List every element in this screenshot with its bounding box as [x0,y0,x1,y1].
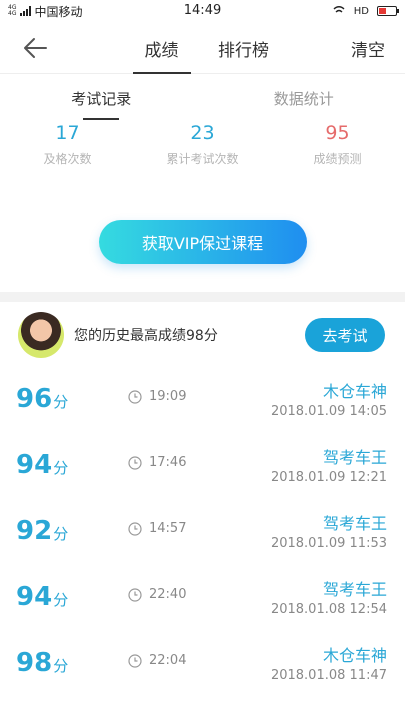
list-item[interactable]: 98分 22:04 木仓车神 2018.01.08 11:47 [0,632,405,698]
clock-icon [128,456,142,470]
exam-date: 2018.01.08 12:54 [270,602,387,617]
status-right: HD [332,5,399,17]
stat-value: 17 [55,122,80,144]
battery-icon [377,6,399,16]
exam-date: 2018.01.09 14:05 [270,404,387,419]
wifi-call-icon [333,6,345,13]
subtab-data-statistics[interactable]: 数据统计 [203,74,405,120]
stat-label: 及格次数 [43,152,92,166]
vip-section: 获取VIP保过课程 [0,176,405,264]
score: 98分 [16,648,69,678]
stat-value: 23 [190,122,215,144]
network-label: 4G [8,10,17,17]
carrier-name: 中国移动 [34,4,83,19]
stats-row: 17 及格次数 23 累计考试次数 95 成绩预测 [0,120,405,176]
clock-icon [128,588,142,602]
duration: 22:04 [149,653,187,668]
clock-icon [128,522,142,536]
subtab-exam-records[interactable]: 考试记录 [0,74,203,120]
score: 94分 [16,582,69,612]
status-bar: 4G 4G 中国移动 14:49 HD [0,0,405,22]
tab-ranking[interactable]: 排行榜 [215,22,273,74]
rank-title: 驾考车王 [322,580,387,599]
stat-pass-count: 17 及格次数 [0,120,135,176]
status-time: 14:49 [183,3,222,18]
avatar [18,312,64,358]
clock-icon [128,390,142,404]
signal-icon [20,6,32,16]
nav-tabs: 成绩 排行榜 [0,22,405,74]
exam-date: 2018.01.09 11:53 [270,536,387,551]
network-badge: 4G 4G [8,5,16,17]
record-list: 96分 19:09 木仓车神 2018.01.09 14:05 94分 17:4… [0,368,405,698]
rank-title: 木仓车神 [322,646,387,665]
list-item[interactable]: 96分 19:09 木仓车神 2018.01.09 14:05 [0,368,405,434]
rank-title: 木仓车神 [322,382,387,401]
duration: 14:57 [149,521,187,536]
exam-date: 2018.01.08 11:47 [270,668,387,683]
duration: 22:40 [149,587,187,602]
stat-label: 累计考试次数 [166,152,239,166]
status-left: 4G 4G 中国移动 [8,3,82,20]
best-score-row: 您的历史最高成绩98分 去考试 [0,302,405,368]
duration: 17:46 [149,455,187,470]
vip-course-button[interactable]: 获取VIP保过课程 [98,220,307,264]
score: 96分 [16,384,69,414]
take-exam-button[interactable]: 去考试 [305,318,385,352]
clear-button[interactable]: 清空 [351,36,385,61]
sub-tabs: 考试记录 数据统计 [0,74,405,120]
stat-value: 95 [325,122,350,144]
tab-score[interactable]: 成绩 [132,22,191,74]
stat-score-prediction: 95 成绩预测 [270,120,405,176]
top-nav: 成绩 排行榜 清空 [0,22,405,74]
stat-total-exams: 23 累计考试次数 [135,120,270,176]
score: 94分 [16,450,69,480]
duration: 19:09 [149,389,187,404]
best-score-text: 您的历史最高成绩98分 [74,328,218,344]
score: 92分 [16,516,69,546]
list-item[interactable]: 92分 14:57 驾考车王 2018.01.09 11:53 [0,500,405,566]
rank-title: 驾考车王 [322,448,387,467]
list-item[interactable]: 94分 22:40 驾考车王 2018.01.08 12:54 [0,566,405,632]
hd-badge: HD [353,5,369,17]
clock-icon [128,654,142,668]
stat-label: 成绩预测 [313,152,362,166]
section-divider [0,292,405,302]
rank-title: 驾考车王 [322,514,387,533]
list-item[interactable]: 94分 17:46 驾考车王 2018.01.09 12:21 [0,434,405,500]
exam-date: 2018.01.09 12:21 [270,470,387,485]
